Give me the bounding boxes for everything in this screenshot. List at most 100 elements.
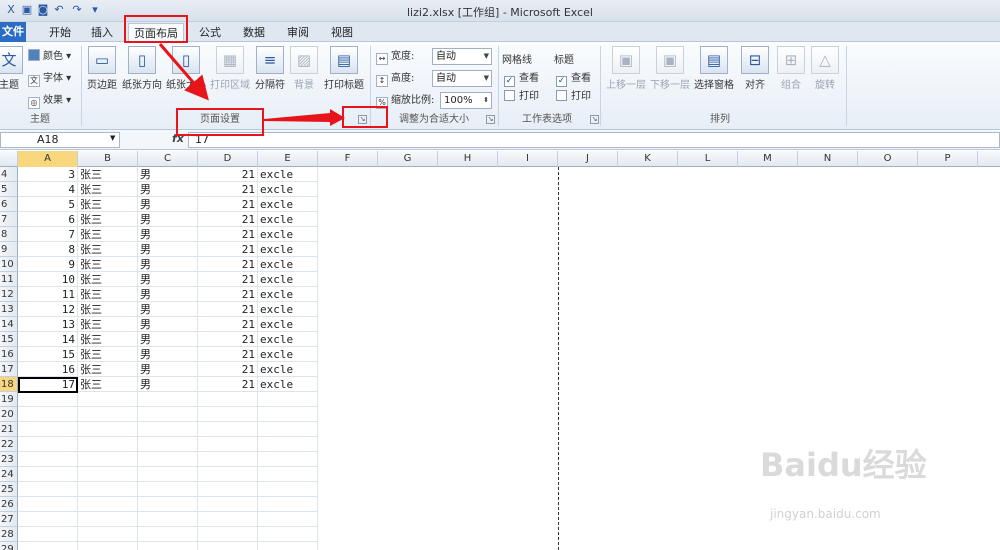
table-cell[interactable]: 张三 (78, 242, 138, 257)
scale-stepper[interactable]: 100% ⬍ (440, 92, 492, 109)
row-header[interactable]: 15 (0, 332, 18, 347)
table-cell[interactable]: 7 (18, 227, 78, 242)
scale-fit-launcher-icon[interactable]: ↘ (486, 115, 495, 124)
formula-input[interactable]: 17 (188, 132, 1000, 148)
table-cell[interactable]: 男 (138, 257, 198, 272)
table-cell[interactable]: 14 (18, 332, 78, 347)
bring-forward-button[interactable]: ▣ 上移一层 (604, 46, 648, 108)
row-header[interactable]: 25 (0, 482, 18, 497)
headings-print-checkbox[interactable]: 打印 (556, 88, 591, 105)
row-header[interactable]: 13 (0, 302, 18, 317)
column-header[interactable]: E (258, 151, 318, 167)
table-cell[interactable]: excle (258, 182, 318, 197)
table-cell[interactable]: 男 (138, 302, 198, 317)
row-header[interactable]: 24 (0, 467, 18, 482)
table-cell[interactable]: 21 (198, 227, 258, 242)
sheet-options-launcher-icon[interactable]: ↘ (590, 115, 599, 124)
table-cell[interactable]: 21 (198, 347, 258, 362)
column-header[interactable]: O (858, 151, 918, 167)
table-cell[interactable] (258, 512, 318, 527)
table-cell[interactable]: excle (258, 317, 318, 332)
table-cell[interactable]: 张三 (78, 302, 138, 317)
table-cell[interactable]: 张三 (78, 212, 138, 227)
column-header[interactable]: N (798, 151, 858, 167)
table-cell[interactable] (138, 392, 198, 407)
table-cell[interactable]: 10 (18, 272, 78, 287)
table-cell[interactable]: excle (258, 242, 318, 257)
row-header[interactable]: 23 (0, 452, 18, 467)
row-header[interactable]: 19 (0, 392, 18, 407)
table-cell[interactable]: 21 (198, 317, 258, 332)
table-cell[interactable] (198, 467, 258, 482)
row-header[interactable]: 14 (0, 317, 18, 332)
table-cell[interactable]: 张三 (78, 272, 138, 287)
table-cell[interactable]: excle (258, 377, 318, 392)
row-header[interactable]: 10 (0, 257, 18, 272)
tab-view[interactable]: 视图 (322, 23, 362, 42)
table-cell[interactable] (18, 422, 78, 437)
table-cell[interactable]: excle (258, 302, 318, 317)
table-cell[interactable]: excle (258, 362, 318, 377)
table-cell[interactable] (198, 482, 258, 497)
table-cell[interactable]: excle (258, 227, 318, 242)
table-cell[interactable]: 11 (18, 287, 78, 302)
row-header[interactable]: 7 (0, 212, 18, 227)
tab-file[interactable]: 文件 (0, 22, 26, 42)
row-header[interactable]: 8 (0, 227, 18, 242)
tab-formulas[interactable]: 公式 (190, 23, 230, 42)
table-cell[interactable] (78, 527, 138, 542)
table-cell[interactable] (138, 527, 198, 542)
column-header[interactable]: H (438, 151, 498, 167)
table-cell[interactable]: 男 (138, 212, 198, 227)
table-cell[interactable]: 男 (138, 182, 198, 197)
table-cell[interactable]: 21 (198, 212, 258, 227)
group-button[interactable]: ⊞ 组合 (774, 46, 808, 108)
table-cell[interactable] (138, 482, 198, 497)
align-button[interactable]: ⊟ 对齐 (738, 46, 772, 108)
table-cell[interactable] (78, 497, 138, 512)
table-cell[interactable] (78, 422, 138, 437)
table-cell[interactable] (138, 422, 198, 437)
margins-button[interactable]: ▭ 页边距 (84, 46, 120, 108)
table-cell[interactable] (198, 512, 258, 527)
table-cell[interactable]: 21 (198, 197, 258, 212)
row-header[interactable]: 27 (0, 512, 18, 527)
table-cell[interactable] (258, 422, 318, 437)
breaks-button[interactable]: ≡ 分隔符 (252, 46, 288, 108)
table-cell[interactable]: 男 (138, 197, 198, 212)
table-cell[interactable]: 21 (198, 242, 258, 257)
table-cell[interactable] (198, 542, 258, 550)
tab-data[interactable]: 数据 (234, 23, 274, 42)
table-cell[interactable]: 男 (138, 332, 198, 347)
column-header[interactable]: A (18, 151, 78, 167)
row-header[interactable]: 28 (0, 527, 18, 542)
row-header[interactable]: 16 (0, 347, 18, 362)
column-header[interactable]: L (678, 151, 738, 167)
orientation-button[interactable]: ▯ 纸张方向 (120, 46, 164, 108)
row-header[interactable]: 17 (0, 362, 18, 377)
table-cell[interactable]: 21 (198, 182, 258, 197)
row-header[interactable]: 11 (0, 272, 18, 287)
column-header[interactable]: B (78, 151, 138, 167)
table-cell[interactable] (258, 437, 318, 452)
table-cell[interactable] (198, 452, 258, 467)
table-cell[interactable]: 男 (138, 317, 198, 332)
row-header[interactable]: 18 (0, 377, 18, 392)
height-select[interactable]: 自动 ▼ (432, 70, 492, 87)
table-cell[interactable]: 21 (198, 257, 258, 272)
table-cell[interactable]: 张三 (78, 182, 138, 197)
column-header[interactable]: G (378, 151, 438, 167)
table-cell[interactable]: 张三 (78, 332, 138, 347)
table-cell[interactable] (258, 497, 318, 512)
row-header[interactable]: 4 (0, 167, 18, 182)
table-cell[interactable] (78, 437, 138, 452)
table-cell[interactable] (78, 392, 138, 407)
select-all-corner[interactable] (0, 151, 18, 167)
table-cell[interactable]: 21 (198, 302, 258, 317)
table-cell[interactable] (138, 452, 198, 467)
tab-home[interactable]: 开始 (40, 23, 80, 42)
table-cell[interactable] (78, 512, 138, 527)
table-cell[interactable]: 男 (138, 362, 198, 377)
table-cell[interactable]: 3 (18, 167, 78, 182)
table-cell[interactable]: excle (258, 332, 318, 347)
